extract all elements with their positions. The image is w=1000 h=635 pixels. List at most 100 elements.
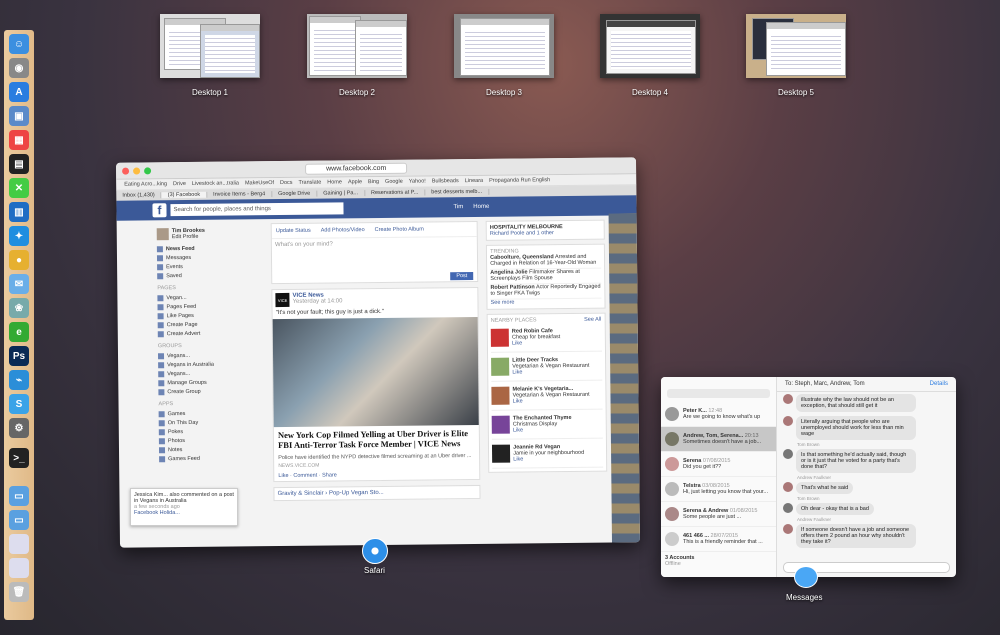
tab[interactable]: Google Drive — [272, 190, 318, 198]
desktop-4-thumbnail[interactable]: Desktop 4 — [600, 14, 700, 97]
mail-icon[interactable]: ✉ — [9, 274, 29, 294]
safari-dock-icon[interactable]: ✦ — [9, 226, 29, 246]
desktop-2-thumbnail[interactable]: Desktop 2 — [307, 14, 407, 97]
add-photo-tab[interactable]: Add Photos/Video — [321, 227, 365, 233]
finder-icon[interactable]: ☺ — [9, 34, 29, 54]
conversation-item[interactable]: Telstra 03/08/2015 Hi, just letting you k… — [661, 477, 776, 502]
messages-app-icon[interactable] — [794, 566, 818, 588]
bookmark[interactable]: Livestock an...tralia — [192, 180, 239, 186]
tab[interactable]: Invoice Items - Berg4 — [207, 191, 273, 198]
conversation-item[interactable]: Andrew, Tom, Serena... 20:13 Sometimes do… — [661, 427, 776, 452]
trend-item[interactable]: Caboolture, Queensland Arrested and Char… — [490, 253, 601, 270]
messages-search-input[interactable] — [667, 389, 770, 398]
calendar-icon[interactable]: ▦ — [9, 130, 29, 150]
safari-app-icon[interactable] — [362, 538, 388, 564]
nav-app[interactable]: Games Feed — [159, 453, 265, 463]
desktop-3-thumbnail[interactable]: Desktop 3 — [454, 14, 554, 97]
evernote-icon[interactable]: e — [9, 322, 29, 342]
bookmark[interactable]: Apple — [348, 179, 362, 185]
post-image[interactable] — [272, 316, 479, 428]
home-link[interactable]: Home — [473, 204, 489, 210]
bookmark[interactable]: Google — [385, 179, 403, 185]
desktop-1-thumbnail[interactable]: Desktop 1 — [160, 14, 260, 97]
bookmark[interactable]: Eating Acro...king — [124, 181, 167, 187]
downloads-folder-icon[interactable]: ▭ — [9, 510, 29, 530]
close-icon[interactable] — [122, 167, 130, 175]
facebook-notification[interactable]: Jessica Kim... also commented on a post … — [130, 488, 238, 526]
tab[interactable]: (3) Facebook — [161, 191, 208, 199]
place-item[interactable]: The Enchanted Thyme Christmas Display Like — [491, 409, 603, 440]
chat-sidebar[interactable] — [608, 213, 641, 543]
conversation-item[interactable]: Serena & Andrew 01/08/2015 Some people ar… — [661, 502, 776, 527]
settings-gear-icon[interactable]: ⚙ — [9, 418, 29, 438]
trash-icon[interactable]: 🗑 — [9, 582, 29, 602]
vice-logo-icon[interactable]: VICE — [275, 292, 290, 308]
conversation-item[interactable]: Peter K... 12:48 Are we going to know wha… — [661, 402, 776, 427]
bookmark[interactable]: Lineara — [465, 178, 483, 184]
nav-page[interactable]: Create Advert — [157, 328, 264, 338]
create-album-tab[interactable]: Create Photo Album — [375, 227, 424, 234]
launchpad-icon[interactable]: ◉ — [9, 58, 29, 78]
app-store-icon[interactable]: A — [9, 82, 29, 102]
bookmark[interactable]: MakeUseOf — [245, 180, 274, 186]
tab[interactable]: Inbox (1,430) — [116, 192, 162, 199]
desktop-5-thumbnail[interactable]: Desktop 5 — [746, 14, 846, 97]
see-more-link[interactable]: See more — [491, 299, 602, 306]
network-icon[interactable]: ⌁ — [9, 370, 29, 390]
bookmark[interactable]: Translate — [298, 180, 321, 186]
bookmark[interactable]: Drive — [173, 181, 186, 187]
crossover-icon[interactable]: ✕ — [9, 178, 29, 198]
bookmark[interactable]: Docs — [280, 180, 293, 186]
place-item[interactable]: Jeannie Rd Vegan Jamie in your neighbourh… — [492, 438, 603, 469]
like-button[interactable]: Like — [513, 398, 523, 404]
nav-saved[interactable]: Saved — [157, 270, 263, 280]
details-button[interactable]: Details — [930, 381, 948, 387]
facebook-search-input[interactable]: Search for people, places and things — [170, 202, 344, 217]
folder-icon[interactable]: ▭ — [9, 486, 29, 506]
tab[interactable]: Reservations at P... — [364, 189, 426, 197]
bookmark[interactable]: Bullsbeads — [432, 178, 459, 184]
like-button[interactable]: Like — [512, 340, 522, 346]
photos-icon[interactable]: ❀ — [9, 298, 29, 318]
like-button[interactable]: Like — [513, 456, 523, 462]
trend-item[interactable]: Angelina Jolie Filmmaker Shares at Scree… — [490, 268, 601, 285]
place-item[interactable]: Red Robin Cafe Cheap for breakfast Like — [490, 322, 602, 353]
minimize-icon[interactable] — [133, 166, 141, 175]
bookmark[interactable]: Bing — [368, 179, 379, 185]
tab[interactable]: best desserts melb... — [425, 188, 490, 196]
post-actions[interactable]: Like · Comment · Share — [274, 468, 479, 480]
see-all-link[interactable]: See All — [584, 317, 601, 323]
next-post[interactable]: Gravity & Sinclair › Pop-Up Vegan Sto... — [273, 484, 481, 501]
zoom-icon[interactable] — [144, 166, 152, 174]
bookmark[interactable]: Home — [327, 179, 342, 185]
update-status-tab[interactable]: Update Status — [276, 228, 311, 234]
place-item[interactable]: Little Deer Tracks Vegetarian & Vegan Res… — [491, 351, 602, 382]
facebook-logo-icon[interactable]: f — [152, 203, 167, 218]
bookmark[interactable]: Propaganda Run English — [489, 177, 550, 184]
conversation-item[interactable]: 461 466 ... 28/07/2015 This is a friendly… — [661, 527, 776, 552]
address-bar[interactable]: www.facebook.com — [305, 162, 408, 175]
preview-icon[interactable]: ▣ — [9, 106, 29, 126]
messages-window[interactable]: Peter K... 12:48 Are we going to know wha… — [661, 377, 956, 577]
conversation-item[interactable]: Serena 07/08/2015 Did you get it?? — [661, 452, 776, 477]
post-button[interactable]: Post — [450, 271, 474, 281]
post-headline[interactable]: New York Cop Filmed Yelling at Uber Driv… — [274, 425, 479, 455]
activity-monitor-icon[interactable]: ▤ — [9, 154, 29, 174]
profile-link[interactable]: Tim — [453, 204, 463, 210]
avatar[interactable] — [156, 228, 169, 241]
document-stack-icon[interactable] — [9, 558, 29, 578]
edit-profile-link[interactable]: Edit Profile — [172, 234, 199, 240]
trello-icon[interactable]: ▥ — [9, 202, 29, 222]
document-icon[interactable] — [9, 534, 29, 554]
bookmark[interactable]: Yahoo! — [409, 178, 426, 184]
place-item[interactable]: Melanie K's Vegetaria... Vegetarian & Veg… — [491, 380, 603, 411]
chrome-icon[interactable]: ● — [9, 250, 29, 270]
skype-icon[interactable]: S — [9, 394, 29, 414]
tab[interactable]: Gaining | Pa... — [317, 190, 366, 197]
event-reminder[interactable]: HOSPITALITY MELBOURNE Richard Poole and … — [485, 219, 605, 241]
photoshop-icon[interactable]: Ps — [9, 346, 29, 366]
composer-input[interactable]: What's on your mind? — [272, 237, 477, 273]
trend-item[interactable]: Robert Pattinson Actor Reportedly Engage… — [490, 283, 602, 300]
like-button[interactable]: Like — [513, 427, 523, 433]
terminal-icon[interactable]: >_ — [9, 448, 29, 468]
